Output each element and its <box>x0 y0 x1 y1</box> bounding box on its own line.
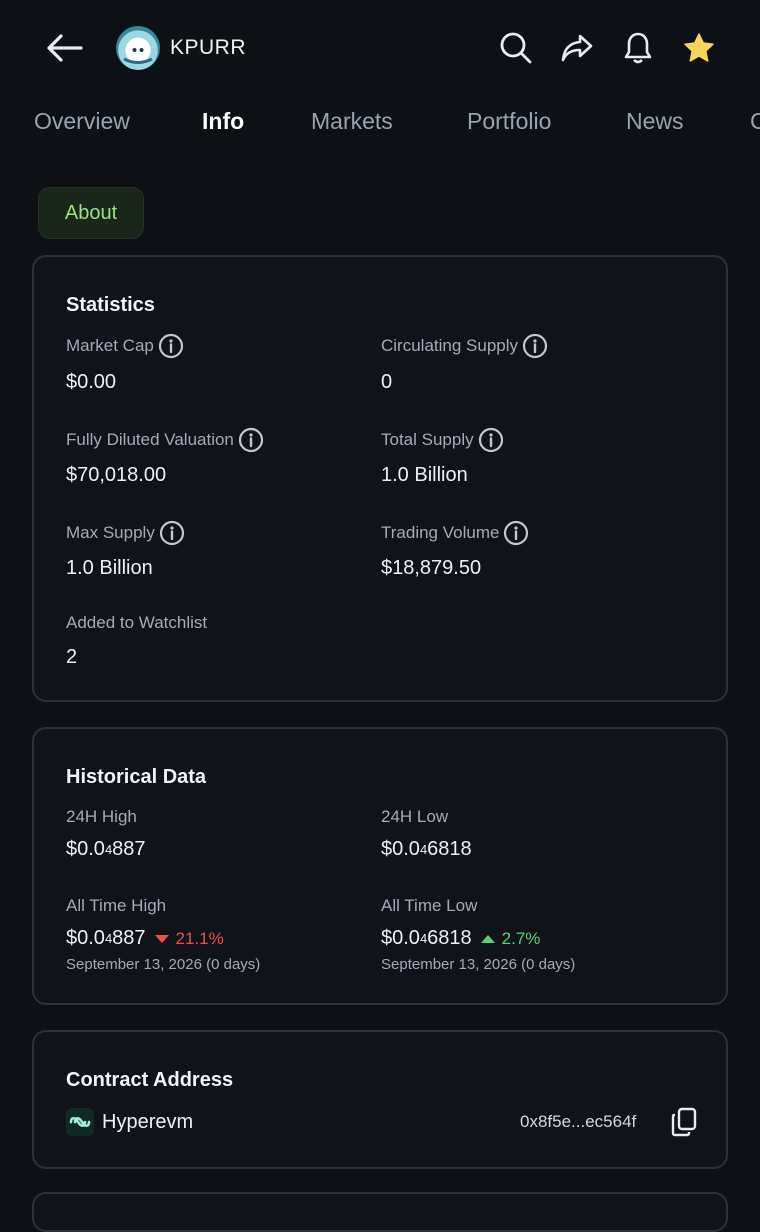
ath-change: 21.1% <box>154 929 224 949</box>
max-supply-label-text: Max Supply <box>66 523 155 542</box>
tab-bar: Overview Info Markets Portfolio News C <box>0 108 760 156</box>
contract-address[interactable]: 0x8f5e...ec564f <box>520 1112 636 1132</box>
fdv-value: $70,018.00 <box>66 464 167 486</box>
atl-date: September 13, 2026 (0 days) <box>381 956 576 973</box>
caret-down-icon <box>154 934 169 943</box>
atl-change: 2.7% <box>480 928 541 949</box>
market-cap-label: Market Cap <box>66 333 184 359</box>
circulating-supply-label: Circulating Supply <box>381 333 548 359</box>
historical-title: Historical Data <box>66 766 207 788</box>
trading-volume-value: $18,879.50 <box>381 557 482 579</box>
back-arrow-icon[interactable] <box>44 28 84 68</box>
max-supply-value: 1.0 Billion <box>66 557 153 579</box>
atl-value: $0.0 4 6818 2.7% <box>381 927 540 950</box>
tab-news[interactable]: News <box>626 108 684 135</box>
info-icon[interactable] <box>522 333 548 359</box>
ath-label: All Time High <box>66 896 167 915</box>
trading-volume-label: Trading Volume <box>381 520 529 546</box>
ath-zeros: 4 <box>104 931 113 946</box>
high-24h-digits: 887 <box>112 838 146 860</box>
info-icon[interactable] <box>238 427 264 453</box>
atl-prefix: $0.0 <box>381 927 420 949</box>
about-pill[interactable]: About <box>38 187 144 239</box>
ath-date: September 13, 2026 (0 days) <box>66 956 261 973</box>
circulating-supply-value: 0 <box>381 371 393 393</box>
info-icon[interactable] <box>478 427 504 453</box>
total-supply-value: 1.0 Billion <box>381 464 468 486</box>
market-cap-value: $0.00 <box>66 371 117 393</box>
low-24h-prefix: $0.0 <box>381 838 420 860</box>
high-24h-label: 24H High <box>66 807 137 826</box>
search-icon[interactable] <box>496 28 536 68</box>
top-bar: KPURR <box>0 0 760 96</box>
contract-title: Contract Address <box>66 1069 234 1091</box>
market-cap-label-text: Market Cap <box>66 336 154 355</box>
hyperevm-logo-icon <box>66 1108 94 1136</box>
next-card-partial <box>32 1192 728 1232</box>
trading-volume-label-text: Trading Volume <box>381 523 500 542</box>
star-icon[interactable] <box>679 28 719 68</box>
total-supply-label-text: Total Supply <box>381 430 474 449</box>
contract-address-card: Contract Address Hyperevm 0x8f5e...ec564… <box>32 1030 728 1169</box>
coin-avatar <box>116 26 160 70</box>
total-supply-label: Total Supply <box>381 427 504 453</box>
ath-change-text: 21.1% <box>175 928 224 948</box>
tab-info[interactable]: Info <box>202 108 244 135</box>
info-icon[interactable] <box>158 333 184 359</box>
bell-icon[interactable] <box>618 28 658 68</box>
tab-overflow-partial[interactable]: C <box>750 108 760 135</box>
tab-portfolio[interactable]: Portfolio <box>467 108 551 135</box>
low-24h-zeros: 4 <box>419 842 428 857</box>
low-24h-value: $0.0 4 6818 <box>381 838 472 861</box>
atl-label: All Time Low <box>381 896 478 915</box>
share-icon[interactable] <box>557 28 597 68</box>
caret-up-icon <box>480 934 495 943</box>
watchlist-value: 2 <box>66 646 78 668</box>
low-24h-digits: 6818 <box>427 838 472 860</box>
atl-zeros: 4 <box>419 931 428 946</box>
high-24h-value: $0.0 4 887 <box>66 838 146 861</box>
info-icon[interactable] <box>503 520 529 546</box>
chain-name: Hyperevm <box>102 1111 194 1133</box>
tab-overview[interactable]: Overview <box>34 108 130 135</box>
ath-value: $0.0 4 887 21.1% <box>66 927 224 950</box>
historical-data-card: Historical Data 24H High $0.0 4 887 24H Lo… <box>32 727 728 1005</box>
statistics-card: Statistics Market Cap $0.00 Circulating … <box>32 255 728 702</box>
coin-name: KPURR <box>170 36 247 59</box>
statistics-title: Statistics <box>66 294 155 316</box>
copy-icon[interactable] <box>668 1106 700 1138</box>
high-24h-prefix: $0.0 <box>66 838 105 860</box>
max-supply-label: Max Supply <box>66 520 185 546</box>
ath-prefix: $0.0 <box>66 927 105 949</box>
ath-digits: 887 <box>112 927 146 949</box>
circulating-supply-label-text: Circulating Supply <box>381 336 519 355</box>
info-icon[interactable] <box>159 520 185 546</box>
high-24h-zeros: 4 <box>104 842 113 857</box>
fdv-label-text: Fully Diluted Valuation <box>66 430 234 449</box>
atl-digits: 6818 <box>427 927 472 949</box>
fdv-label: Fully Diluted Valuation <box>66 427 264 453</box>
atl-change-text: 2.7% <box>501 928 541 948</box>
low-24h-label: 24H Low <box>381 807 449 826</box>
tab-markets[interactable]: Markets <box>311 108 393 135</box>
watchlist-label: Added to Watchlist <box>66 613 208 632</box>
